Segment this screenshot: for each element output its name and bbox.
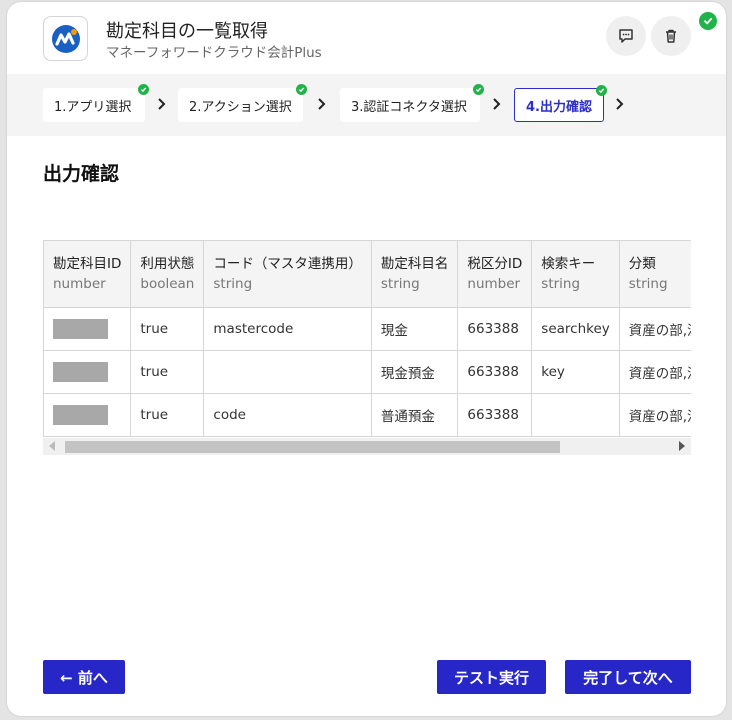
table-cell: mastercode [203, 307, 372, 351]
step-label: 4.出力確認 [526, 99, 592, 115]
table-cell [43, 350, 132, 394]
step-label: 1.アプリ選択 [54, 99, 132, 115]
step-connector-select[interactable]: 3.認証コネクタ選択 [340, 84, 484, 122]
trash-icon [666, 29, 676, 43]
step-label: 3.認証コネクタ選択 [351, 99, 467, 115]
table-cell [43, 307, 132, 351]
table-cell: 資産の部,流 [618, 307, 691, 351]
step-app-select[interactable]: 1.アプリ選択 [43, 84, 149, 122]
step-done-icon [296, 84, 307, 95]
table-cell: 資産の部,流 [618, 350, 691, 394]
step-navigation: 1.アプリ選択 2.アクション選択 3.認証コネクタ選択 4.出力確認 [7, 74, 726, 136]
scroll-left-icon[interactable] [49, 441, 55, 451]
chevron-right-icon [158, 98, 166, 110]
table-cell: 663388 [457, 393, 533, 437]
dialog-card: 勘定科目の一覧取得 マネーフォワードクラウド会計Plus 1.アプリ選択 2.ア… [7, 2, 726, 716]
comment-icon [619, 29, 633, 43]
scroll-right-icon[interactable] [679, 441, 685, 451]
column-header: 分類 string [618, 240, 691, 308]
output-table-container: 勘定科目ID number 利用状態 boolean コード（マスタ連携用） stri… [43, 240, 691, 459]
table-cell [531, 393, 620, 437]
table-cell: 資産の部,流 [618, 393, 691, 437]
column-header: コード（マスタ連携用） string [203, 240, 372, 308]
section-title: 出力確認 [43, 163, 120, 185]
page-title: 勘定科目の一覧取得 [106, 21, 268, 42]
column-header: 検索キー string [531, 240, 620, 308]
chevron-right-icon [493, 98, 501, 110]
step-done-icon [138, 84, 149, 95]
table-cell [43, 393, 132, 437]
table-row: true mastercode 現金 663388 searchkey 資産の部… [43, 307, 691, 351]
scrollbar-thumb[interactable] [65, 441, 560, 453]
table-cell: 現金 [370, 307, 459, 351]
table-cell: true [130, 393, 205, 437]
moneyforward-logo-icon [51, 24, 80, 53]
redacted-value [53, 319, 108, 339]
table-cell: 現金預金 [370, 350, 459, 394]
table-cell: true [130, 350, 205, 394]
table-cell: code [203, 393, 372, 437]
table-cell: key [531, 350, 620, 394]
test-run-button[interactable]: テスト実行 [437, 660, 546, 694]
delete-button[interactable] [651, 16, 691, 56]
comment-button[interactable] [606, 16, 646, 56]
app-subtitle: マネーフォワードクラウド会計Plus [106, 45, 322, 61]
step-done-icon [473, 84, 484, 95]
step-done-icon [596, 85, 607, 96]
table-row: true 現金預金 663388 key 資産の部,流 [43, 350, 691, 394]
column-header: 勘定科目名 string [370, 240, 459, 308]
table-cell [203, 350, 372, 394]
chevron-right-icon [318, 98, 326, 110]
table-cell: 663388 [457, 307, 533, 351]
header: 勘定科目の一覧取得 マネーフォワードクラウド会計Plus [7, 2, 726, 74]
complete-next-button[interactable]: 完了して次へ [565, 660, 691, 694]
output-table: 勘定科目ID number 利用状態 boolean コード（マスタ連携用） stri… [43, 240, 691, 437]
step-action-select[interactable]: 2.アクション選択 [178, 84, 307, 122]
step-output-confirm[interactable]: 4.出力確認 [514, 85, 607, 122]
horizontal-scrollbar[interactable] [43, 438, 691, 455]
back-button[interactable]: ← 前へ [43, 660, 125, 694]
redacted-value [53, 362, 108, 382]
table-cell: searchkey [531, 307, 620, 351]
app-logo [43, 16, 88, 61]
chevron-right-icon [616, 98, 624, 110]
status-check-icon [699, 12, 717, 30]
redacted-value [53, 405, 108, 425]
table-row: true code 普通預金 663388 資産の部,流 [43, 393, 691, 437]
column-header: 税区分ID number [457, 240, 533, 308]
table-header-row: 勘定科目ID number 利用状態 boolean コード（マスタ連携用） stri… [43, 240, 691, 308]
table-cell: true [130, 307, 205, 351]
column-header: 勘定科目ID number [43, 240, 132, 308]
column-header: 利用状態 boolean [130, 240, 205, 308]
step-label: 2.アクション選択 [189, 99, 292, 115]
table-cell: 普通預金 [370, 393, 459, 437]
table-cell: 663388 [457, 350, 533, 394]
